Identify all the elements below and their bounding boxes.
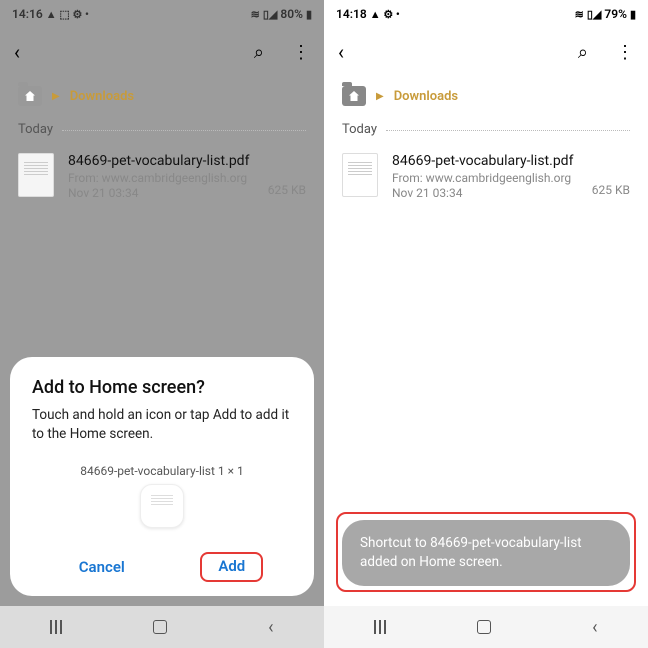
file-row[interactable]: 84669-pet-vocabulary-list.pdf From: www.… <box>0 143 324 210</box>
status-indicators: ▲ ⬚ ⚙ • <box>46 8 89 21</box>
dialog-preview[interactable]: 84669-pet-vocabulary-list 1 × 1 <box>32 464 292 528</box>
dialog-title: Add to Home screen? <box>32 377 292 398</box>
wifi-icon: ≋ <box>575 8 584 21</box>
preview-label: 84669-pet-vocabulary-list 1 × 1 <box>80 464 244 478</box>
breadcrumb[interactable]: ▶ Downloads <box>0 76 324 116</box>
file-name: 84669-pet-vocabulary-list.pdf <box>68 153 254 169</box>
file-thumbnail-icon <box>18 153 54 197</box>
nav-recents[interactable] <box>50 620 52 634</box>
battery-percent: 79% <box>604 7 627 21</box>
home-folder-icon <box>342 86 366 106</box>
navigation-bar: ‹ <box>324 606 648 648</box>
wifi-icon: ≋ <box>251 8 260 21</box>
search-icon[interactable]: ⌕ <box>254 42 264 63</box>
file-source: From: www.cambridgeenglish.org <box>68 171 254 185</box>
battery-icon: ▮ <box>630 8 636 21</box>
breadcrumb[interactable]: ▶ Downloads <box>324 76 648 116</box>
date-header: Today <box>0 116 324 143</box>
more-icon[interactable]: ⋮ <box>292 42 310 63</box>
back-button[interactable]: ‹ <box>14 40 20 64</box>
file-name: 84669-pet-vocabulary-list.pdf <box>392 153 578 169</box>
file-date: Nov 21 03:34 <box>392 186 578 200</box>
cancel-button[interactable]: Cancel <box>61 552 143 582</box>
status-indicators: ▲ ⚙ • <box>370 8 400 21</box>
file-thumbnail-icon <box>342 153 378 197</box>
chevron-right-icon: ▶ <box>52 91 60 102</box>
battery-icon: ▮ <box>306 8 312 21</box>
toast-message: Shortcut to 84669-pet-vocabulary-list ad… <box>342 520 630 586</box>
battery-percent: 80% <box>280 7 303 21</box>
date-header: Today <box>324 116 648 143</box>
phone-left: 14:16 ▲ ⬚ ⚙ • ≋ ▯◢ 80% ▮ ‹ ⌕ ⋮ ▶ Downloa… <box>0 0 324 648</box>
signal-icon: ▯◢ <box>587 8 602 21</box>
status-bar: 14:18 ▲ ⚙ • ≋ ▯◢ 79% ▮ <box>324 0 648 28</box>
navigation-bar: ‹ <box>0 606 324 648</box>
breadcrumb-downloads: Downloads <box>394 89 458 104</box>
file-size: 625 KB <box>268 183 306 197</box>
nav-home[interactable] <box>477 620 491 634</box>
file-source: From: www.cambridgeenglish.org <box>392 171 578 185</box>
status-bar: 14:16 ▲ ⬚ ⚙ • ≋ ▯◢ 80% ▮ <box>0 0 324 28</box>
preview-icon[interactable] <box>140 484 184 528</box>
back-button[interactable]: ‹ <box>338 40 344 64</box>
nav-recents[interactable] <box>374 620 376 634</box>
file-date: Nov 21 03:34 <box>68 186 254 200</box>
chevron-right-icon: ▶ <box>376 91 384 102</box>
dialog-description: Touch and hold an icon or tap Add to add… <box>32 406 292 444</box>
add-button[interactable]: Add <box>200 552 263 582</box>
file-size: 625 KB <box>592 183 630 197</box>
search-icon[interactable]: ⌕ <box>578 42 588 63</box>
nav-back[interactable]: ‹ <box>268 617 273 638</box>
phone-right: 14:18 ▲ ⚙ • ≋ ▯◢ 79% ▮ ‹ ⌕ ⋮ ▶ Downloads… <box>324 0 648 648</box>
home-folder-icon <box>18 86 42 106</box>
app-bar: ‹ ⌕ ⋮ <box>0 28 324 76</box>
status-time: 14:16 <box>12 7 43 21</box>
app-bar: ‹ ⌕ ⋮ <box>324 28 648 76</box>
file-row[interactable]: 84669-pet-vocabulary-list.pdf From: www.… <box>324 143 648 210</box>
signal-icon: ▯◢ <box>263 8 278 21</box>
nav-home[interactable] <box>153 620 167 634</box>
nav-back[interactable]: ‹ <box>592 617 597 638</box>
more-icon[interactable]: ⋮ <box>616 42 634 63</box>
breadcrumb-downloads: Downloads <box>70 89 134 104</box>
status-time: 14:18 <box>336 7 367 21</box>
add-to-home-dialog: Add to Home screen? Touch and hold an ic… <box>10 357 314 596</box>
